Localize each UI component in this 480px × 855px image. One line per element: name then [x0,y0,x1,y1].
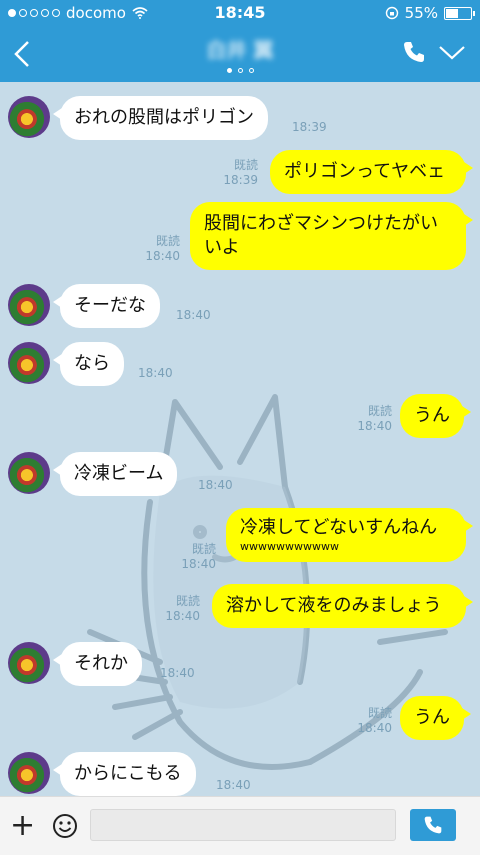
message-status: 既読 18:40 [168,542,216,572]
message-time: 18:40 [216,778,251,792]
contact-name-text: 白井 翼 [206,38,274,62]
message-time: 18:40 [160,666,195,680]
battery-icon [444,6,475,20]
battery-info: 55% [385,4,475,22]
outgoing-message[interactable]: うん [400,394,471,438]
incoming-message[interactable]: そーだな [53,284,160,328]
message-input[interactable] [90,809,396,841]
message-line: 冷凍してどないすんねん [240,517,438,538]
avatar[interactable] [8,342,50,384]
read-receipt: 既読 [191,542,216,556]
outgoing-message[interactable]: 冷凍してどないすんねん wwwwwwwwwww [226,508,473,562]
outgoing-message[interactable]: 溶かして液をのみましょう [212,584,473,628]
message-input-bar: + [0,796,480,855]
read-receipt: 既読 [233,158,258,172]
message-line: 股間にわざマシンつけたがい [204,213,438,234]
avatar[interactable] [8,96,50,138]
outgoing-message[interactable]: ポリゴンってヤベェ [270,150,473,194]
status-bar: docomo 18:45 55% [0,0,480,26]
read-receipt: 既読 [367,706,392,720]
message-line: いよ [204,237,240,258]
message-time: 18:40 [165,609,200,623]
emoji-icon[interactable] [52,813,78,839]
avatar[interactable] [8,452,50,494]
message-time: 18:39 [223,173,258,187]
message-status: 既読 18:39 [210,158,258,188]
message-time: 18:39 [292,120,327,134]
chat-header: 白井 翼 [0,26,480,82]
message-time: 18:40 [198,478,233,492]
page-indicator [0,68,480,73]
outgoing-message[interactable]: 股間にわざマシンつけたがい いよ [190,202,473,270]
phone-icon [424,816,442,834]
message-line: wwwwwwwwwww [240,540,339,553]
phone-icon[interactable] [402,40,426,64]
avatar[interactable] [8,752,50,794]
avatar[interactable] [8,284,50,326]
avatar[interactable] [8,642,50,684]
read-receipt: 既読 [367,404,392,418]
call-button[interactable] [410,809,456,841]
incoming-message[interactable]: からにこもる [53,752,196,796]
read-receipt: 既読 [155,234,180,248]
rotation-lock-icon [385,6,398,20]
chevron-down-icon[interactable] [438,42,466,62]
incoming-message[interactable]: おれの股間はポリゴン [53,96,268,140]
message-status: 既読 18:40 [346,706,392,736]
message-time: 18:40 [138,366,173,380]
incoming-message[interactable]: それか [53,642,142,686]
incoming-message[interactable]: なら [53,342,124,386]
message-time: 18:40 [176,308,211,322]
incoming-message[interactable]: 冷凍ビーム [52,452,178,496]
plus-icon[interactable]: + [10,811,35,841]
message-status: 既読 18:40 [346,404,392,434]
message-time: 18:40 [181,557,216,571]
message-time: 18:40 [357,419,392,433]
message-status: 既読 18:40 [132,234,180,264]
read-receipt: 既読 [175,594,200,608]
message-time: 18:40 [357,721,392,735]
message-list[interactable]: おれの股間はポリゴン 18:39 既読 18:39 ポリゴンってヤベェ 既読 1… [0,82,480,796]
battery-percent: 55% [404,4,438,22]
outgoing-message[interactable]: うん [400,696,471,740]
message-time: 18:40 [145,249,180,263]
message-status: 既読 18:40 [152,594,200,624]
